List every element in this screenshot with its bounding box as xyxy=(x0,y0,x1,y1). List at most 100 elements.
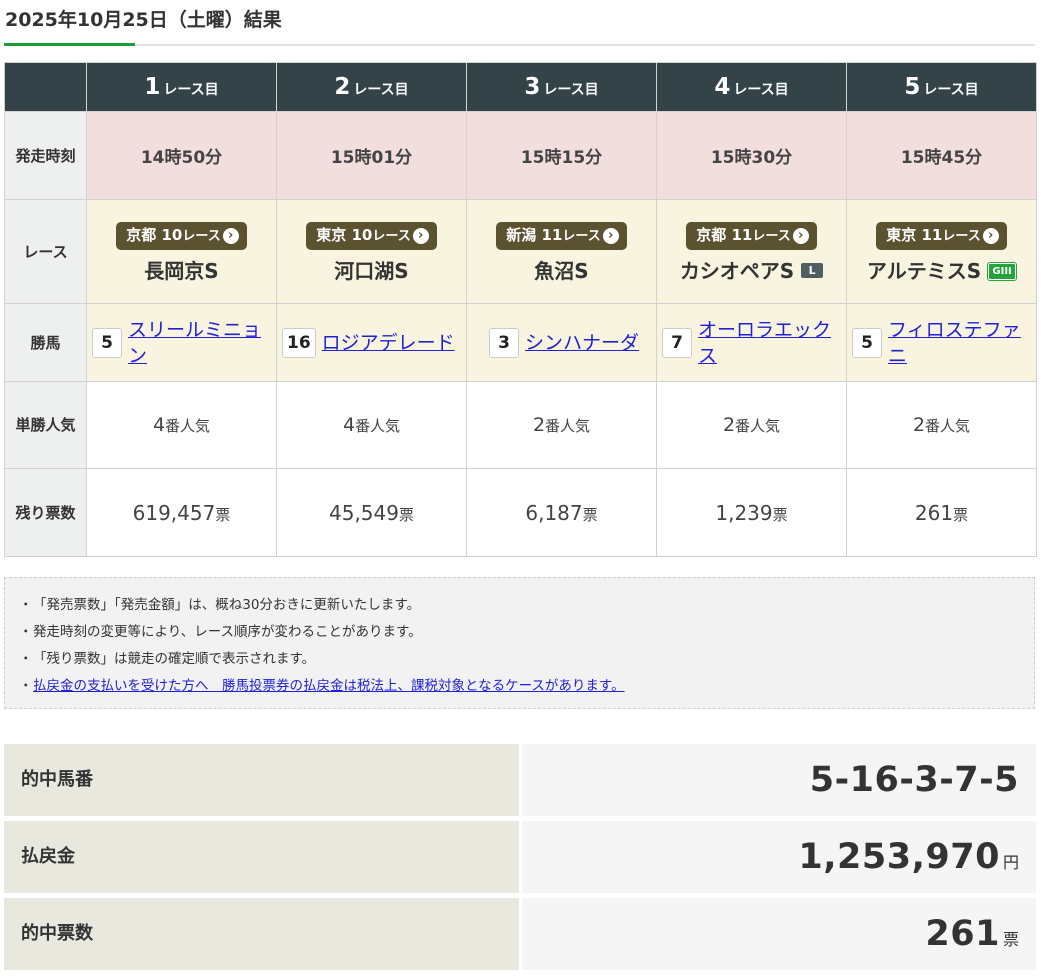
race-cell: 新潟 11レース › 魚沼S xyxy=(466,199,657,304)
winning-horse-link[interactable]: スリールミニョン xyxy=(128,317,276,369)
venue-race-link[interactable]: 新潟 11レース › xyxy=(496,221,627,250)
row-label-start-time: 発走時刻 xyxy=(4,111,87,200)
hit-count-label: 的中票数 xyxy=(4,898,519,970)
remaining-count: 1,239 xyxy=(715,500,773,525)
note-item: ・払戻金の支払いを受けた方へ 勝馬投票券の払戻金は税法上、課税対象となるケースが… xyxy=(19,673,1034,700)
venue-race-word: レース xyxy=(372,228,411,244)
winning-horse-link[interactable]: フィロステファニ xyxy=(888,317,1036,369)
winner-cell: 7 オーロラエックス xyxy=(656,303,847,382)
venue-name: 東京 xyxy=(316,225,347,244)
venue-race-no: 10 xyxy=(351,225,373,244)
note-item: ・「発売票数」「発売金額」は、概ね30分おきに更新いたします。 xyxy=(19,592,1034,619)
start-time: 15時01分 xyxy=(276,111,467,200)
horse-number-badge: 5 xyxy=(852,327,882,358)
race-cell: 京都 10レース › 長岡京S xyxy=(86,199,277,304)
popularity-unit: 番人気 xyxy=(165,417,211,435)
row-label-race: レース xyxy=(4,199,87,304)
winner-cell: 5 フィロステファニ xyxy=(846,303,1037,382)
start-time: 15時15分 xyxy=(466,111,657,200)
venue-race-no: 10 xyxy=(161,225,183,244)
race-name: 長岡京S xyxy=(87,255,276,284)
note-item: ・「残り票数」は競走の確定順で表示されます。 xyxy=(19,646,1034,673)
note-bullet: ・ xyxy=(19,651,33,667)
race-number: 5 xyxy=(904,74,921,100)
venue-name: 東京 xyxy=(886,225,917,244)
race-number: 1 xyxy=(144,74,161,100)
remaining-cell: 1,239票 xyxy=(656,468,847,557)
note-text: 発走時刻の変更等により、レース順序が変わることがあります。 xyxy=(33,624,422,640)
race-name-text: カシオペアS xyxy=(679,258,795,283)
venue-race-word: レース xyxy=(182,228,221,244)
race-info-row: レース 京都 10レース › 長岡京S 東京 10レース › 河口湖S 新潟 11レ… xyxy=(4,199,1037,304)
summary-payout: 払戻金 1,253,970 円 xyxy=(4,821,1036,893)
venue-race-link[interactable]: 京都 11レース › xyxy=(686,221,817,250)
popularity-rank: 2 xyxy=(912,414,926,436)
chevron-circle-right-icon: › xyxy=(602,227,619,244)
race-suffix: レース目 xyxy=(163,82,219,98)
venue-race-link[interactable]: 東京 10レース › xyxy=(306,221,437,250)
note-text: 「発売票数」「発売金額」は、概ね30分おきに更新いたします。 xyxy=(33,597,421,613)
popularity-rank: 4 xyxy=(152,414,166,436)
race-header-1: 1 レース目 xyxy=(86,62,277,112)
g3-grade-icon: GIII xyxy=(987,261,1018,281)
chevron-circle-right-icon: › xyxy=(982,227,999,244)
race-name-text: 河口湖S xyxy=(334,258,409,283)
race-name: 河口湖S xyxy=(277,255,466,284)
summary-hit-count: 的中票数 261 票 xyxy=(4,898,1036,970)
tax-notice-link[interactable]: 払戻金の支払いを受けた方へ 勝馬投票券の払戻金は税法上、課税対象となるケースがあ… xyxy=(33,678,625,694)
remaining-count: 261 xyxy=(914,500,954,525)
venue-race-word: レース xyxy=(942,228,981,244)
venue-race-word: レース xyxy=(752,228,791,244)
venue-race-link[interactable]: 東京 11レース › xyxy=(876,221,1007,250)
remaining-cell: 261票 xyxy=(846,468,1037,557)
race-header-row: 1 レース目 2 レース目 3 レース目 4 レース目 5 レース目 xyxy=(4,62,1037,112)
popularity-unit: 番人気 xyxy=(925,417,971,435)
race-suffix: レース目 xyxy=(733,82,789,98)
popularity-cell: 2番人気 xyxy=(656,381,847,469)
race-name: カシオペアS L xyxy=(657,255,846,284)
venue-name: 京都 xyxy=(696,225,727,244)
start-time-row: 発走時刻 14時50分 15時01分 15時15分 15時30分 15時45分 xyxy=(4,111,1037,200)
race-header-2: 2 レース目 xyxy=(276,62,467,112)
winning-horse-link[interactable]: オーロラエックス xyxy=(698,317,846,369)
venue-race-no: 11 xyxy=(541,225,563,244)
summary-winning-numbers: 的中馬番 5-16-3-7-5 xyxy=(4,744,1036,816)
remaining-unit: 票 xyxy=(582,505,598,524)
popularity-cell: 2番人気 xyxy=(846,381,1037,469)
winner-cell: 3 シンハナーダ xyxy=(466,303,657,382)
remaining-unit: 票 xyxy=(398,505,414,524)
remaining-count: 6,187 xyxy=(525,500,583,525)
row-label-remaining: 残り票数 xyxy=(4,468,87,557)
race-header-5: 5 レース目 xyxy=(846,62,1037,112)
popularity-rank: 2 xyxy=(722,414,736,436)
horse-number-badge: 7 xyxy=(662,327,692,358)
remaining-cell: 619,457票 xyxy=(86,468,277,557)
race-suffix: レース目 xyxy=(923,82,979,98)
winning-numbers-label: 的中馬番 xyxy=(4,744,519,816)
winning-horse-link[interactable]: ロジアデレード xyxy=(322,330,455,356)
venue-race-link[interactable]: 京都 10レース › xyxy=(116,221,247,250)
horse-number-badge: 5 xyxy=(92,327,122,358)
venue-name: 京都 xyxy=(126,225,157,244)
horse-number-badge: 16 xyxy=(282,327,316,358)
payout-unit: 円 xyxy=(1002,853,1019,872)
race-name-text: アルテミスS xyxy=(866,258,982,283)
race-name-text: 魚沼S xyxy=(534,258,589,283)
winning-horse-link[interactable]: シンハナーダ xyxy=(525,330,639,356)
race-cell: 東京 10レース › 河口湖S xyxy=(276,199,467,304)
race-number: 3 xyxy=(524,74,541,100)
venue-race-word: レース xyxy=(562,228,601,244)
remaining-unit: 票 xyxy=(953,505,969,524)
remaining-count: 45,549 xyxy=(329,500,399,525)
title-divider xyxy=(4,44,1035,46)
race-header-3: 3 レース目 xyxy=(466,62,657,112)
popularity-cell: 4番人気 xyxy=(276,381,467,469)
race-cell: 京都 11レース › カシオペアS L xyxy=(656,199,847,304)
payout-value: 1,253,970 xyxy=(798,837,1000,877)
note-item: ・発走時刻の変更等により、レース順序が変わることがあります。 xyxy=(19,619,1034,646)
popularity-row: 単勝人気 4番人気 4番人気 2番人気 2番人気 2番人気 xyxy=(4,381,1037,469)
payout-value-box: 1,253,970 円 xyxy=(522,821,1036,893)
notes-box: ・「発売票数」「発売金額」は、概ね30分おきに更新いたします。 ・発走時刻の変更… xyxy=(4,577,1035,709)
remaining-count: 619,457 xyxy=(132,500,216,525)
page-title: 2025年10月25日（土曜）結果 xyxy=(5,9,282,31)
